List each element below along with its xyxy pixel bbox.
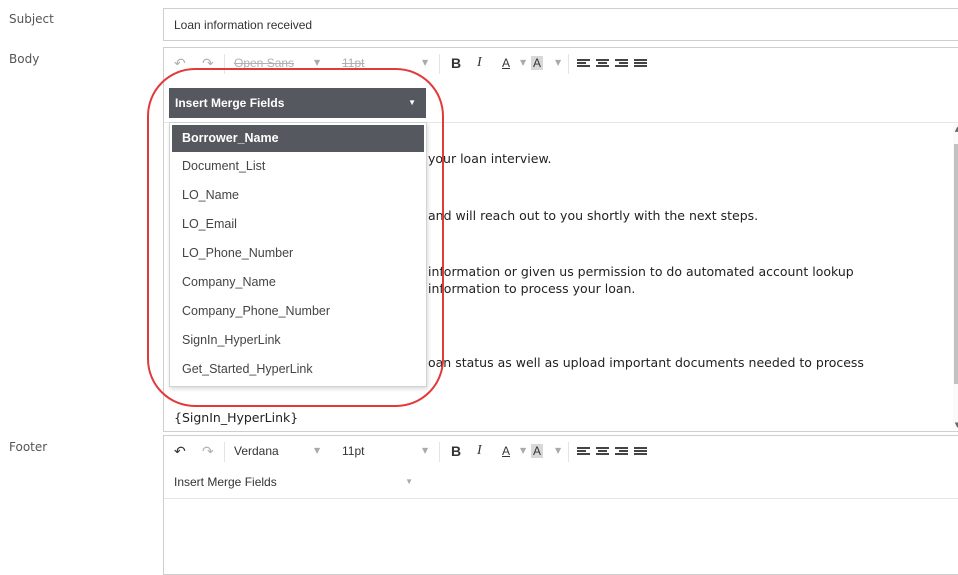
footer-editor[interactable]: ↶ ↷ Verdana ▼ 11pt ▼ B I A ▼ A ▼ Insert …	[163, 435, 958, 575]
merge-fields-label: Insert Merge Fields	[174, 475, 277, 489]
chevron-down-icon[interactable]: ▼	[422, 436, 428, 466]
body-line: {SignIn_HyperLink}	[174, 410, 299, 425]
chevron-down-icon[interactable]: ▼	[555, 436, 561, 466]
chevron-down-icon[interactable]: ▼	[314, 436, 320, 466]
align-left-icon[interactable]	[577, 59, 590, 69]
highlight-color-button[interactable]: A	[531, 56, 544, 70]
merge-fields-label: Insert Merge Fields	[175, 96, 285, 110]
footer-font-select[interactable]: Verdana	[234, 436, 279, 466]
align-right-icon[interactable]	[615, 447, 628, 457]
merge-field-option[interactable]: Borrower_Name	[172, 125, 424, 152]
chevron-down-icon: ▼	[408, 98, 416, 107]
chevron-down-icon: ▼	[405, 477, 413, 486]
align-center-icon[interactable]	[596, 447, 609, 457]
merge-field-option[interactable]: SignIn_HyperLink	[170, 326, 426, 355]
align-justify-icon[interactable]	[634, 447, 647, 457]
font-color-button[interactable]: A	[502, 436, 510, 466]
merge-field-option[interactable]: LO_Email	[170, 210, 426, 239]
redo-icon[interactable]: ↷	[202, 436, 214, 466]
italic-button[interactable]: I	[477, 436, 482, 466]
undo-icon[interactable]: ↶	[174, 48, 186, 78]
bold-button[interactable]: B	[451, 48, 461, 78]
body-line: and will reach out to you shortly with t…	[428, 208, 759, 223]
body-line: information to process your loan.	[428, 281, 636, 296]
highlight-color-button[interactable]: A	[531, 444, 544, 458]
chevron-down-icon[interactable]: ▼	[314, 48, 320, 78]
scroll-up-icon[interactable]: ▲	[953, 124, 958, 134]
align-justify-icon[interactable]	[634, 59, 647, 69]
body-line: your loan interview.	[428, 151, 552, 166]
chevron-down-icon[interactable]: ▼	[520, 48, 526, 78]
footer-size-select[interactable]: 11pt	[342, 436, 364, 466]
italic-button[interactable]: I	[477, 48, 482, 78]
body-line: information or given us permission to do…	[428, 264, 854, 279]
merge-field-option[interactable]: Get_Started_HyperLink	[170, 355, 426, 384]
merge-field-option[interactable]: LO_Name	[170, 181, 426, 210]
chevron-down-icon[interactable]: ▼	[422, 48, 428, 78]
align-right-icon[interactable]	[615, 59, 628, 69]
bold-button[interactable]: B	[451, 436, 461, 466]
merge-fields-dropdown: Borrower_Name Document_List LO_Name LO_E…	[169, 122, 427, 387]
align-center-icon[interactable]	[596, 59, 609, 69]
chevron-down-icon[interactable]: ▼	[520, 436, 526, 466]
merge-field-option[interactable]: Company_Name	[170, 268, 426, 297]
body-label: Body	[9, 52, 40, 66]
body-scrollbar[interactable]: ▲ ▼	[953, 124, 958, 430]
undo-icon[interactable]: ↶	[174, 436, 186, 466]
chevron-down-icon[interactable]: ▼	[555, 48, 561, 78]
scroll-thumb[interactable]	[954, 144, 958, 384]
subject-input[interactable]: Loan information received	[163, 8, 958, 41]
footer-merge-fields-select[interactable]: Insert Merge Fields ▼	[166, 469, 421, 495]
body-font-select[interactable]: Open Sans	[234, 48, 294, 78]
body-toolbar: ↶ ↷ Open Sans ▼ 11pt ▼ B I A ▼ A ▼	[164, 48, 958, 78]
merge-field-option[interactable]: Company_Phone_Number	[170, 297, 426, 326]
footer-label: Footer	[9, 440, 48, 454]
merge-field-option[interactable]: Document_List	[170, 152, 426, 181]
body-merge-fields-select[interactable]: Insert Merge Fields ▼	[169, 88, 426, 118]
font-color-button[interactable]: A	[502, 48, 510, 78]
body-line: oan status as well as upload important d…	[428, 355, 864, 370]
footer-toolbar: ↶ ↷ Verdana ▼ 11pt ▼ B I A ▼ A ▼	[164, 436, 958, 466]
align-left-icon[interactable]	[577, 447, 590, 457]
body-size-select[interactable]: 11pt	[342, 48, 364, 78]
scroll-down-icon[interactable]: ▼	[953, 420, 958, 430]
redo-icon[interactable]: ↷	[202, 48, 214, 78]
merge-field-option[interactable]: LO_Phone_Number	[170, 239, 426, 268]
subject-label: Subject	[9, 12, 54, 26]
